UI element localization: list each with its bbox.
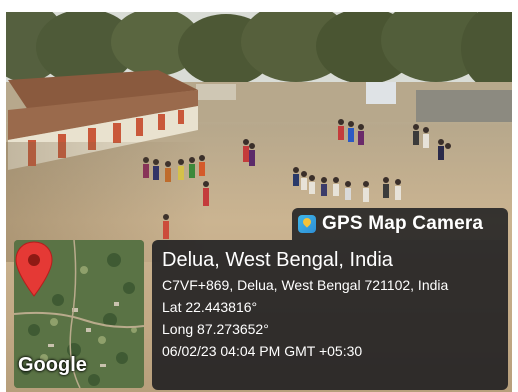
- gps-map-camera-icon: [298, 215, 316, 233]
- datetime-line: 06/02/23 04:04 PM GMT +05:30: [162, 343, 363, 359]
- gps-map-camera-header: GPS Map Camera: [292, 208, 508, 240]
- address-line: C7VF+869, Delua, West Bengal 721102, Ind…: [162, 277, 449, 293]
- location-title: Delua, West Bengal, India: [162, 249, 393, 271]
- map-pin-icon: [15, 241, 53, 297]
- latitude-line: Lat 22.443816°: [162, 299, 258, 315]
- longitude-line: Long 87.273652°: [162, 321, 269, 337]
- brand-title: GPS Map Camera: [322, 213, 484, 234]
- location-info-panel: Delua, West Bengal, India C7VF+869, Delu…: [152, 240, 508, 390]
- map-thumbnail: Google: [14, 240, 144, 388]
- google-label: Google: [18, 354, 87, 376]
